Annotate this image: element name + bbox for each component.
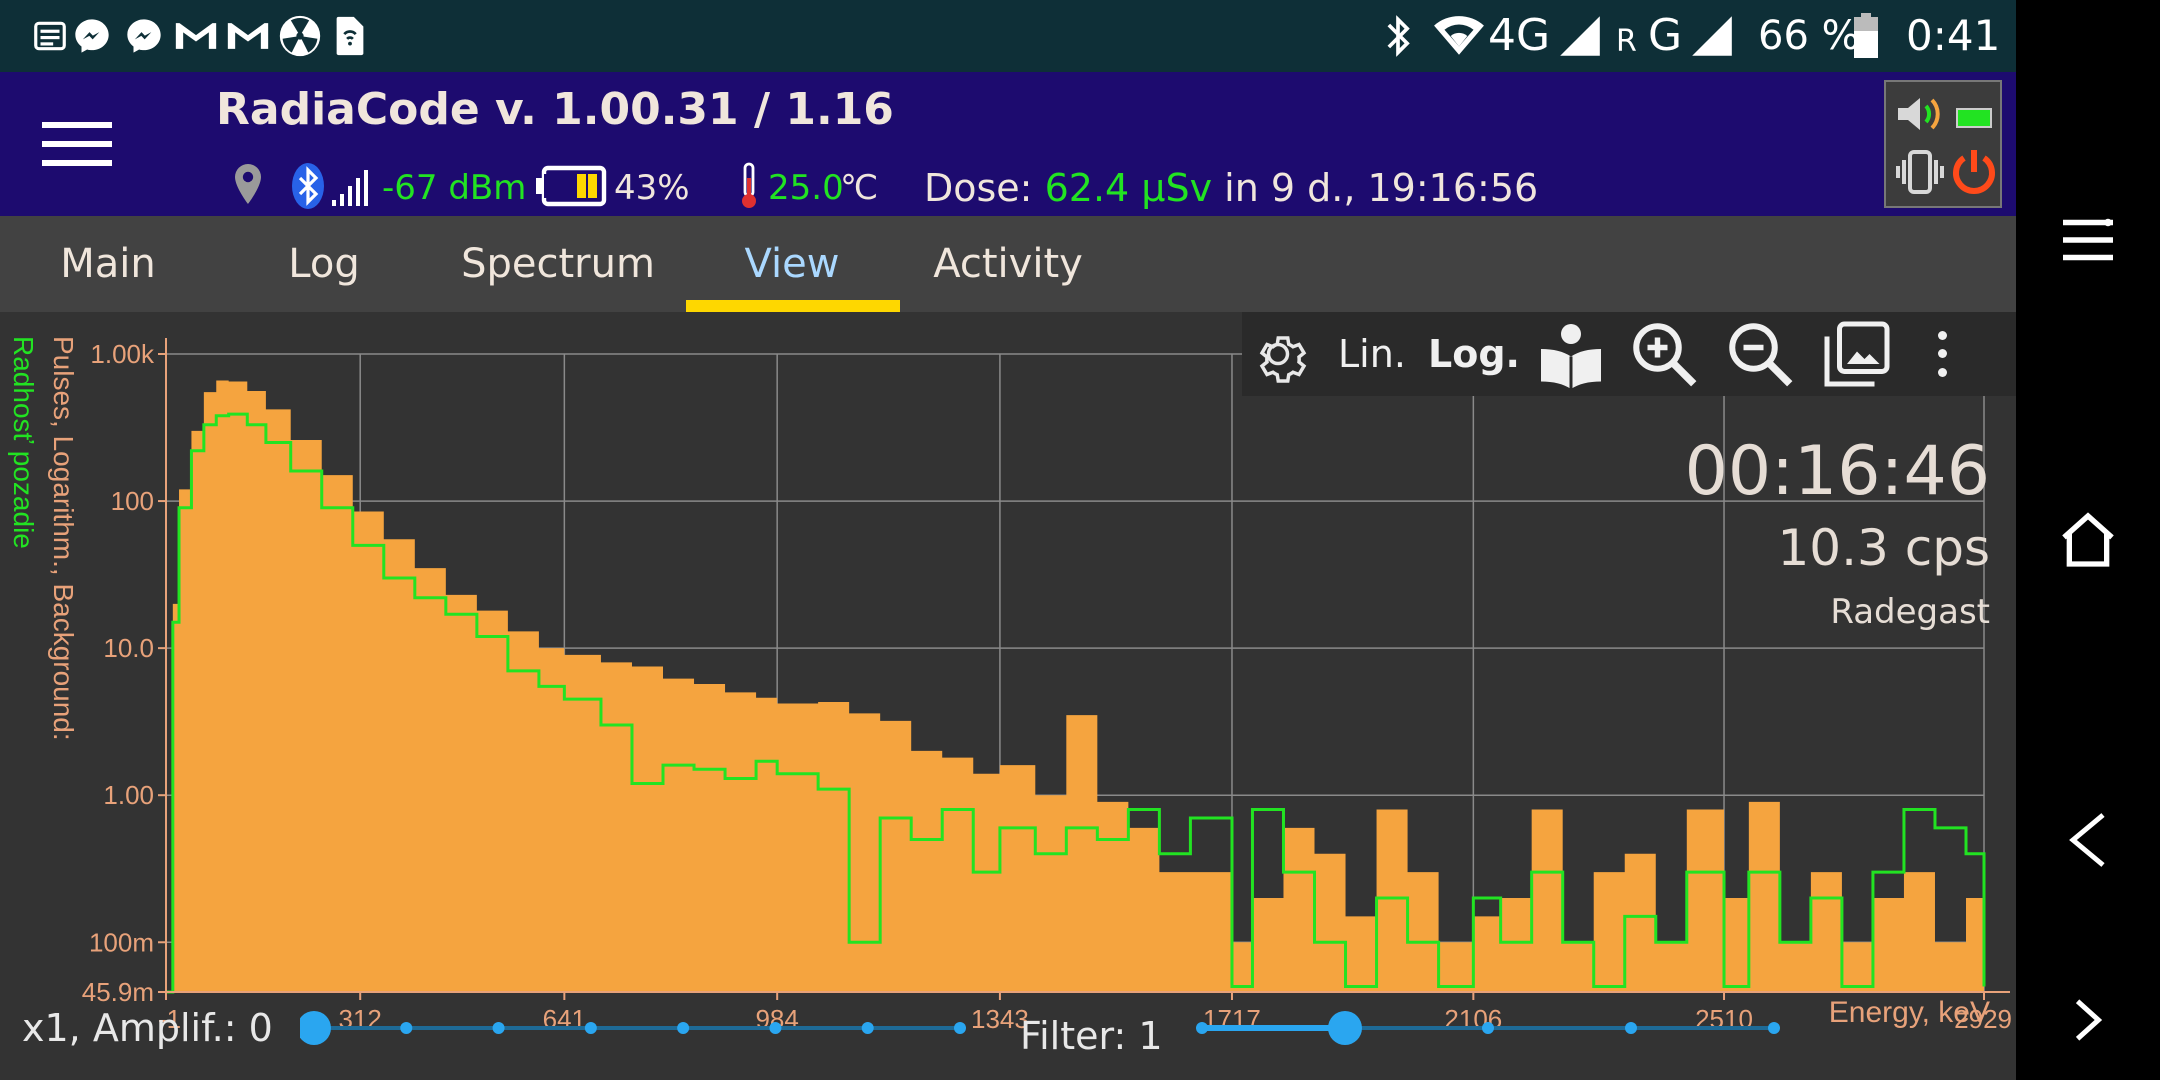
sim-card-icon [326, 12, 374, 60]
network2-type-label: G [1648, 10, 1683, 61]
amplification-label: x1, Amplif.: 0 [22, 1006, 273, 1050]
dose-period: in 9 d., 19:16:56 [1224, 166, 1539, 210]
tab-view[interactable]: View [686, 216, 898, 312]
gmail-icon [172, 12, 220, 60]
bluetooth-connected-icon [290, 162, 326, 214]
home-icon[interactable] [2038, 490, 2138, 590]
background-name: Radegast [1830, 592, 1990, 632]
clock: 0:41 [1906, 11, 2001, 60]
slider-step[interactable] [954, 1022, 966, 1034]
messenger-icon [120, 12, 168, 60]
x-axis-label: Energy, keV [1829, 996, 1990, 1029]
y-tick-label: 1.00 [103, 780, 154, 810]
tab-spectrum[interactable]: Spectrum [440, 216, 676, 312]
back-icon[interactable] [2038, 790, 2138, 890]
battery-segment [588, 174, 597, 198]
slider-step[interactable] [584, 1022, 597, 1034]
cell-signal-icon [1556, 12, 1604, 60]
forward-icon[interactable] [2038, 970, 2138, 1070]
app-menu-icon[interactable] [2038, 190, 2138, 290]
more-options-icon[interactable] [1924, 326, 1960, 382]
battery-icon [1850, 12, 1882, 60]
radiation-icon [276, 12, 324, 60]
y-tick-label: 10.0 [103, 633, 154, 663]
dose-label: Dose: [924, 166, 1033, 210]
count-rate: 10.3 cps [1777, 519, 1991, 577]
thermometer-icon [738, 162, 760, 214]
amplification-slider[interactable] [297, 988, 980, 1068]
messenger-icon [68, 12, 116, 60]
menu-icon[interactable] [42, 114, 112, 174]
power-icon[interactable] [1950, 146, 1998, 202]
device-battery-percent: 43% [614, 168, 690, 208]
active-tab-indicator [686, 300, 900, 312]
filter-label: Filter: 1 [1020, 1014, 1163, 1058]
slider-step[interactable] [677, 1022, 690, 1034]
navigation-bar [2016, 0, 2160, 1080]
slider-thumb[interactable] [1328, 1011, 1362, 1045]
roaming-label: R [1616, 24, 1637, 59]
spectrum-chart[interactable]: 1.00k10010.01.00100m45.9m-1 312 641 984 1343… [0, 312, 2016, 1080]
slider-step[interactable] [1482, 1022, 1494, 1034]
dose-value: 62.4 µSv [1044, 166, 1213, 210]
slider-thumb[interactable] [297, 1011, 331, 1045]
settings-icon[interactable] [1248, 324, 1308, 388]
location-icon[interactable] [230, 162, 266, 210]
signal-strength-value: -67 dBm [382, 168, 527, 208]
slider-step[interactable] [1768, 1022, 1780, 1034]
vibration-icon[interactable] [1894, 148, 1946, 200]
tab-bar: Main Log Spectrum View Activity [0, 216, 2016, 312]
gallery-icon[interactable] [1822, 318, 1892, 394]
gmail-icon [224, 12, 272, 60]
network-type-label: 4G [1488, 10, 1551, 61]
cell-signal-icon [1688, 12, 1736, 60]
zoom-in-icon[interactable] [1630, 320, 1700, 394]
slider-step[interactable] [400, 1022, 413, 1034]
bluetooth-icon [1374, 12, 1422, 60]
y-tick-label: 100 [111, 486, 154, 516]
zoom-out-icon[interactable] [1726, 320, 1796, 394]
library-icon[interactable] [1536, 318, 1606, 394]
chart-toolbar: Lin. Log. [1242, 312, 2016, 396]
app-title: RadiaCode v. 1.00.31 / 1.16 [216, 84, 894, 135]
tab-log[interactable]: Log [236, 216, 412, 312]
elapsed-time: 00:16:46 [1684, 432, 1990, 511]
battery-segment [566, 174, 575, 198]
temperature-value: 25.0 [768, 168, 844, 208]
y-axis-label: Pulses, Logarithm., Background: [48, 336, 79, 741]
battery-percent: 66 % [1758, 13, 1860, 59]
signal-strength-icon [330, 168, 370, 212]
tab-main[interactable]: Main [20, 216, 196, 312]
slider-step[interactable] [1625, 1022, 1637, 1034]
battery-segment [577, 174, 586, 198]
news-icon [26, 12, 74, 60]
linear-scale-button[interactable]: Lin. [1338, 326, 1406, 382]
battery-segment [555, 174, 564, 198]
status-bar: 4G R G 66 % 0:41 [0, 0, 2016, 72]
app-bar: RadiaCode v. 1.00.31 / 1.16 -67 dBm 43% … [0, 72, 2016, 216]
device-battery-icon [536, 164, 608, 208]
device-controls [1884, 80, 2002, 208]
filter-slider[interactable] [1190, 988, 1790, 1068]
log-scale-button[interactable]: Log. [1428, 326, 1520, 382]
slider-step[interactable] [492, 1022, 505, 1034]
temperature-unit: ℃ [840, 168, 879, 208]
slider-step[interactable] [861, 1022, 874, 1034]
y-tick-label: 100m [89, 927, 154, 957]
spectrum-view: 1.00k 100 10.0 1.00 100m 45.9m -1 312 641 984 1343… [0, 312, 2016, 1080]
y-axis-label-secondary: Radhosť pozadie [8, 336, 39, 549]
y-tick-label: 1.00k [90, 339, 155, 369]
slider-step[interactable] [769, 1022, 782, 1034]
tab-activity[interactable]: Activity [918, 216, 1098, 312]
speaker-icon[interactable] [1894, 92, 1950, 140]
slider-step[interactable] [1196, 1022, 1208, 1034]
device-battery-full-icon [1956, 108, 1992, 128]
dose-summary: Dose: 62.4 µSv in 9 d., 19:16:56 [924, 160, 1538, 216]
wifi-icon [1432, 12, 1486, 60]
battery-segment [544, 174, 553, 198]
